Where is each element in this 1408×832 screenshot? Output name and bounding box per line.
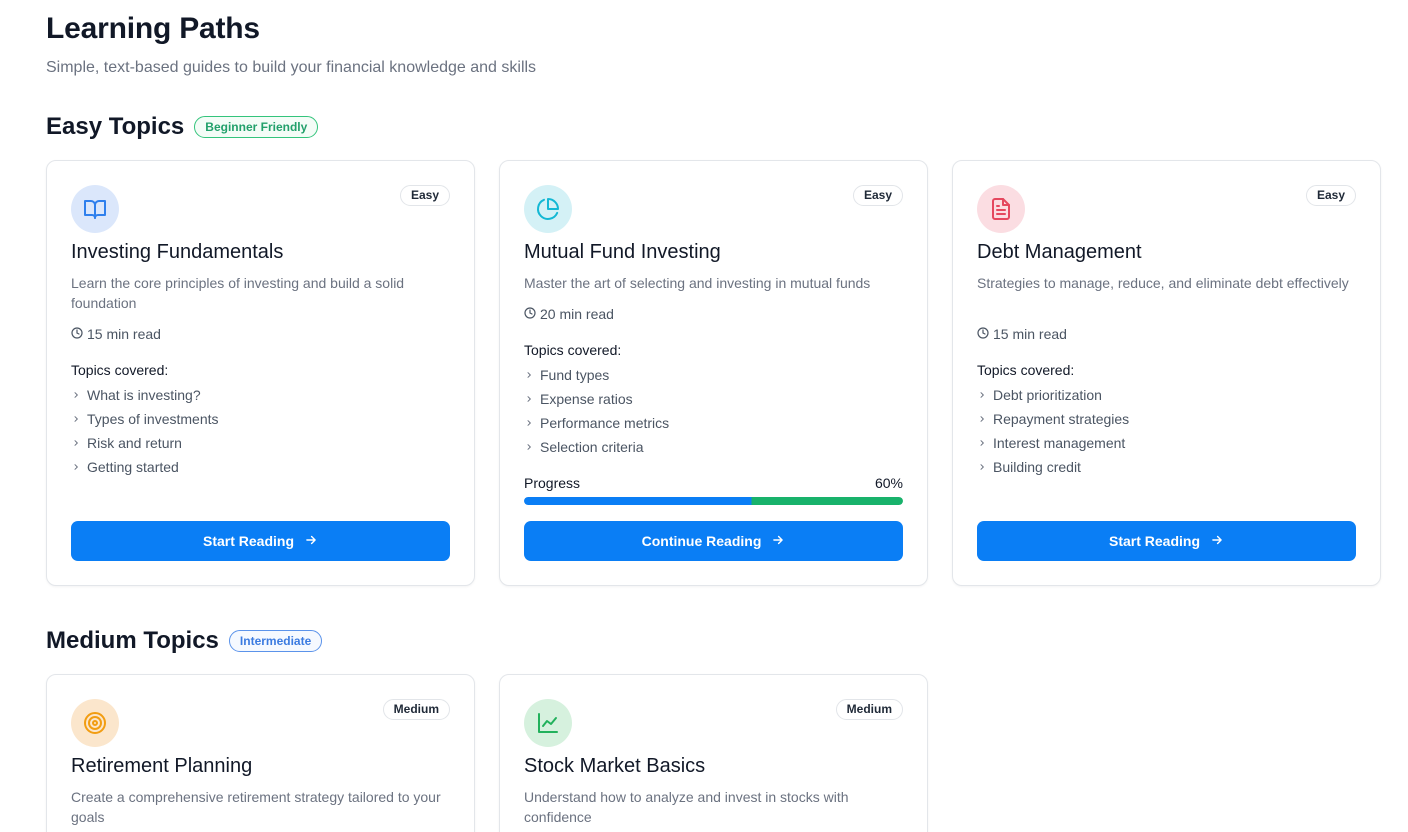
- topic-item: Building credit: [977, 455, 1129, 479]
- topic-item: Expense ratios: [524, 387, 669, 411]
- card-title: Investing Fundamentals: [71, 241, 284, 263]
- topic-item: Fund types: [524, 363, 669, 387]
- topic-item: Performance metrics: [524, 411, 669, 435]
- topic-item: Getting started: [71, 455, 219, 479]
- topic-card-mutual-fund-investing[interactable]: Easy Mutual Fund Investing Master the ar…: [499, 160, 928, 586]
- level-badge: Beginner Friendly: [194, 116, 319, 138]
- chevron-right-icon: [977, 463, 987, 471]
- chevron-right-icon: [524, 395, 534, 403]
- easy-section-header: Easy Topics Beginner Friendly: [46, 113, 319, 141]
- topic-card-debt-management[interactable]: Easy Debt Management Strategies to manag…: [952, 160, 1381, 586]
- progress-bar: [524, 497, 903, 505]
- progress-row: Progress 60%: [524, 475, 903, 491]
- topics-label: Topics covered:: [524, 342, 622, 358]
- read-time-label: 15 min read: [87, 326, 161, 342]
- start-reading-button[interactable]: Start Reading: [71, 521, 450, 561]
- card-description: Master the art of selecting and investin…: [524, 275, 871, 291]
- button-label: Start Reading: [202, 533, 294, 549]
- card-title: Debt Management: [977, 241, 1142, 263]
- section-title: Medium Topics: [46, 627, 219, 654]
- page-subtitle: Simple, text-based guides to build your …: [46, 59, 537, 76]
- topics-label: Topics covered:: [977, 362, 1075, 378]
- card-title: Stock Market Basics: [524, 755, 706, 777]
- topic-card-retirement-planning[interactable]: Medium Retirement Planning Create a comp…: [46, 674, 475, 832]
- topic-item: Debt prioritization: [977, 383, 1129, 407]
- chevron-right-icon: [977, 391, 987, 399]
- read-time: 15 min read: [977, 326, 1067, 342]
- start-reading-button[interactable]: Start Reading: [977, 521, 1356, 561]
- chevron-right-icon: [977, 415, 987, 423]
- topics-list: What is investing? Types of investments …: [71, 383, 219, 479]
- card-description: Understand how to analyze and invest in …: [524, 789, 849, 825]
- clock-icon: [977, 326, 989, 342]
- topic-item: Types of investments: [71, 407, 219, 431]
- difficulty-badge: Medium: [382, 699, 450, 720]
- topic-item: Interest management: [977, 431, 1129, 455]
- card-title: Retirement Planning: [71, 755, 253, 777]
- document-icon: [977, 185, 1025, 233]
- difficulty-badge: Easy: [1305, 185, 1356, 206]
- clock-icon: [524, 306, 536, 322]
- topics-list: Debt prioritization Repayment strategies…: [977, 383, 1129, 479]
- continue-reading-button[interactable]: Continue Reading: [524, 521, 903, 561]
- button-label: Start Reading: [1108, 533, 1200, 549]
- card-title: Mutual Fund Investing: [524, 241, 721, 263]
- chevron-right-icon: [524, 371, 534, 379]
- difficulty-badge: Easy: [399, 185, 450, 206]
- card-description: Create a comprehensive retirement strate…: [71, 789, 441, 825]
- read-time-label: 15 min read: [993, 326, 1067, 342]
- chevron-right-icon: [71, 391, 81, 399]
- topic-item: Risk and return: [71, 431, 219, 455]
- clock-icon: [71, 326, 83, 342]
- page-title: Learning Paths: [46, 12, 260, 45]
- read-time: 15 min read: [71, 326, 161, 342]
- difficulty-badge: Medium: [835, 699, 903, 720]
- read-time-label: 20 min read: [540, 306, 614, 322]
- pie-chart-icon: [524, 185, 572, 233]
- read-time: 20 min read: [524, 306, 614, 322]
- topic-card-investing-fundamentals[interactable]: Easy Investing Fundamentals Learn the co…: [46, 160, 475, 586]
- chevron-right-icon: [977, 439, 987, 447]
- section-title: Easy Topics: [46, 113, 185, 140]
- chevron-right-icon: [524, 443, 534, 451]
- progress-percent: 60%: [874, 475, 903, 491]
- arrow-right-icon: [1210, 533, 1224, 550]
- topic-card-stock-market-basics[interactable]: Medium Stock Market Basics Understand ho…: [499, 674, 928, 832]
- book-icon: [71, 185, 119, 233]
- progress-fill: [524, 497, 903, 505]
- topic-item: Selection criteria: [524, 435, 669, 459]
- topics-list: Fund types Expense ratios Performance me…: [524, 363, 669, 459]
- level-badge: Intermediate: [228, 630, 323, 652]
- button-label: Continue Reading: [641, 533, 762, 549]
- chevron-right-icon: [71, 415, 81, 423]
- arrow-right-icon: [304, 533, 318, 550]
- chevron-right-icon: [71, 439, 81, 447]
- chevron-right-icon: [524, 419, 534, 427]
- target-icon: [71, 699, 119, 747]
- chevron-right-icon: [71, 463, 81, 471]
- topics-label: Topics covered:: [71, 362, 169, 378]
- difficulty-badge: Easy: [852, 185, 903, 206]
- topic-item: What is investing?: [71, 383, 219, 407]
- card-description: Learn the core principles of investing a…: [71, 275, 405, 311]
- card-description: Strategies to manage, reduce, and elimin…: [977, 275, 1349, 291]
- arrow-right-icon: [771, 533, 785, 550]
- trend-chart-icon: [524, 699, 572, 747]
- topic-item: Repayment strategies: [977, 407, 1129, 431]
- medium-section-header: Medium Topics Intermediate: [46, 627, 323, 655]
- progress-label: Progress: [524, 475, 581, 491]
